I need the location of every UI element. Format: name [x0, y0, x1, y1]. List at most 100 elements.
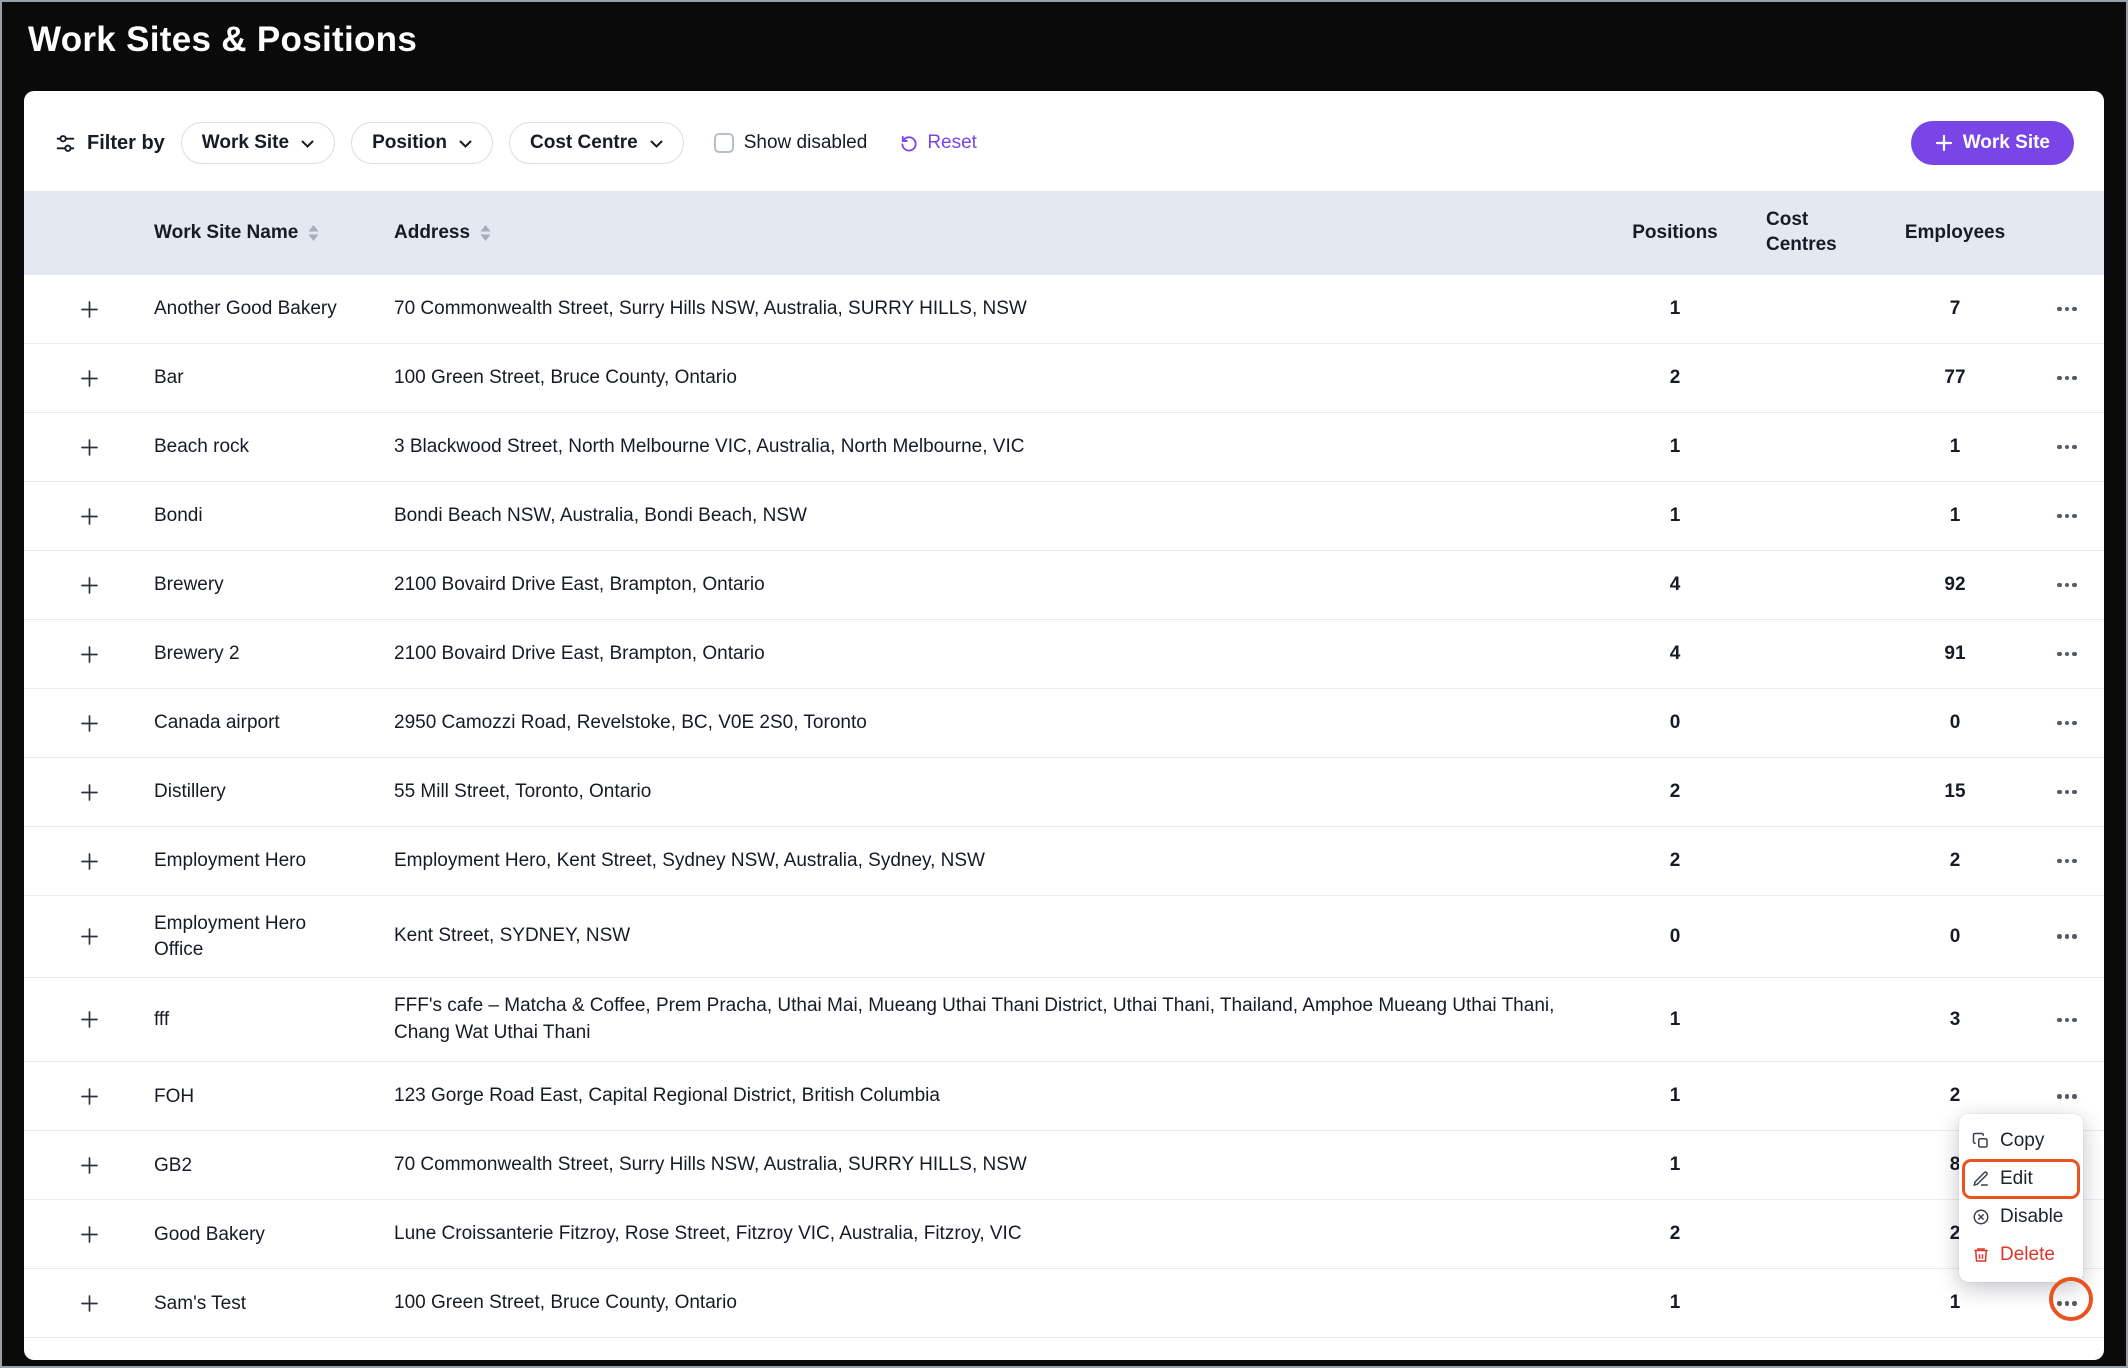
filter-by-label: Filter by: [87, 132, 165, 155]
expand-row-button[interactable]: [73, 569, 106, 602]
filter-bar: Filter by Work Site Position Cost Centre: [24, 91, 2104, 191]
menu-item-label: Copy: [2000, 1130, 2044, 1152]
actions-cell: [2030, 1086, 2104, 1107]
work-site-address: 2100 Bovaird Drive East, Brampton, Ontar…: [394, 641, 1610, 668]
header-positions: Positions: [1610, 222, 1740, 244]
position-filter-dropdown[interactable]: Position: [351, 122, 493, 164]
positions-count: 0: [1610, 712, 1740, 734]
row-actions-button[interactable]: [2049, 1293, 2085, 1314]
actions-cell: [2030, 851, 2104, 872]
expand-cell: [24, 638, 154, 671]
positions-count: 2: [1610, 781, 1740, 803]
ellipsis-icon: [2057, 1301, 2077, 1306]
work-site-address: 55 Mill Street, Toronto, Ontario: [394, 779, 1610, 806]
positions-count: 1: [1610, 298, 1740, 320]
menu-item-delete[interactable]: Delete: [1959, 1236, 2083, 1274]
expand-cell: [24, 776, 154, 809]
row-actions-button[interactable]: [2049, 926, 2085, 947]
work-site-name: Canada airport: [154, 710, 394, 736]
row-actions-button[interactable]: [2049, 644, 2085, 665]
work-site-name: Bondi: [154, 503, 394, 529]
show-disabled-checkbox[interactable]: [714, 133, 734, 153]
actions-cell: [2030, 506, 2104, 527]
work-site-address: 100 Green Street, Bruce County, Ontario: [394, 365, 1610, 392]
reset-label: Reset: [927, 132, 977, 154]
actions-cell: [2030, 713, 2104, 734]
menu-item-label: Disable: [2000, 1206, 2063, 1228]
menu-item-edit[interactable]: Edit: [1959, 1160, 2083, 1198]
work-site-name: GB2: [154, 1153, 394, 1179]
copy-icon: [1972, 1132, 1990, 1150]
expand-row-button[interactable]: [73, 1080, 106, 1113]
row-actions-button[interactable]: [2049, 299, 2085, 320]
expand-row-button[interactable]: [73, 293, 106, 326]
sort-icon[interactable]: [308, 225, 319, 241]
table-row: Sam's Test 100 Green Street, Bruce Count…: [24, 1269, 2104, 1338]
expand-row-button[interactable]: [73, 845, 106, 878]
work-site-filter-dropdown[interactable]: Work Site: [181, 122, 335, 164]
expand-cell: [24, 920, 154, 953]
expand-row-button[interactable]: [73, 707, 106, 740]
row-actions-button[interactable]: [2049, 575, 2085, 596]
employees-count: 1: [1880, 436, 2030, 458]
cost-centre-filter-dropdown[interactable]: Cost Centre: [509, 122, 684, 164]
reset-filters-button[interactable]: Reset: [899, 132, 977, 154]
expand-row-button[interactable]: [73, 500, 106, 533]
expand-row-button[interactable]: [73, 920, 106, 953]
work-site-address: FFF's cafe – Matcha & Coffee, Prem Prach…: [394, 993, 1610, 1046]
employees-count: 92: [1880, 574, 2030, 596]
expand-cell: [24, 1080, 154, 1113]
row-actions-button[interactable]: [2049, 713, 2085, 734]
menu-item-disable[interactable]: Disable: [1959, 1198, 2083, 1236]
chevron-down-icon: [650, 140, 663, 149]
employees-count: 2: [1880, 1085, 2030, 1107]
ellipsis-icon: [2057, 790, 2077, 795]
header-address: Address: [394, 222, 1610, 244]
work-site-address: Kent Street, SYDNEY, NSW: [394, 923, 1610, 950]
positions-count: 1: [1610, 505, 1740, 527]
work-site-name: Good Bakery: [154, 1222, 394, 1248]
chevron-down-icon: [301, 140, 314, 149]
position-filter-label: Position: [372, 132, 447, 154]
employees-count: 0: [1880, 926, 2030, 948]
actions-cell: [2030, 644, 2104, 665]
expand-row-button[interactable]: [73, 362, 106, 395]
reset-icon: [899, 133, 919, 153]
work-site-name: Brewery: [154, 572, 394, 598]
employees-count: 91: [1880, 643, 2030, 665]
table-row: Canada airport 2950 Camozzi Road, Revels…: [24, 689, 2104, 758]
table-row: Good Bakery Lune Croissanterie Fitzroy, …: [24, 1200, 2104, 1269]
show-disabled-toggle[interactable]: Show disabled: [714, 132, 868, 154]
row-actions-button[interactable]: [2049, 437, 2085, 458]
header-work-site-name: Work Site Name: [154, 222, 394, 244]
menu-item-copy[interactable]: Copy: [1959, 1122, 2083, 1160]
row-actions-button[interactable]: [2049, 506, 2085, 527]
row-actions-button[interactable]: [2049, 851, 2085, 872]
expand-cell: [24, 845, 154, 878]
expand-row-button[interactable]: [73, 1218, 106, 1251]
sort-icon[interactable]: [480, 225, 491, 241]
row-actions-button[interactable]: [2049, 1010, 2085, 1031]
add-work-site-button[interactable]: Work Site: [1911, 121, 2074, 165]
work-site-address: 70 Commonwealth Street, Surry Hills NSW,…: [394, 1152, 1610, 1179]
employees-count: 2: [1880, 850, 2030, 872]
expand-row-button[interactable]: [73, 1149, 106, 1182]
expand-cell: [24, 1287, 154, 1320]
expand-row-button[interactable]: [73, 776, 106, 809]
work-site-name: Another Good Bakery: [154, 296, 394, 322]
row-actions-button[interactable]: [2049, 1086, 2085, 1107]
actions-cell: [2030, 782, 2104, 803]
expand-row-button[interactable]: [73, 1003, 106, 1036]
actions-cell: [2030, 299, 2104, 320]
ellipsis-icon: [2057, 1018, 2077, 1023]
row-actions-button[interactable]: [2049, 368, 2085, 389]
expand-row-button[interactable]: [73, 638, 106, 671]
expand-row-button[interactable]: [73, 1287, 106, 1320]
work-site-name: FOH: [154, 1084, 394, 1110]
expand-row-button[interactable]: [73, 431, 106, 464]
work-site-name: Bar: [154, 365, 394, 391]
work-site-name: Employment Hero: [154, 848, 394, 874]
row-actions-button[interactable]: [2049, 782, 2085, 803]
ellipsis-icon: [2057, 307, 2077, 312]
work-site-name: Brewery 2: [154, 641, 394, 667]
